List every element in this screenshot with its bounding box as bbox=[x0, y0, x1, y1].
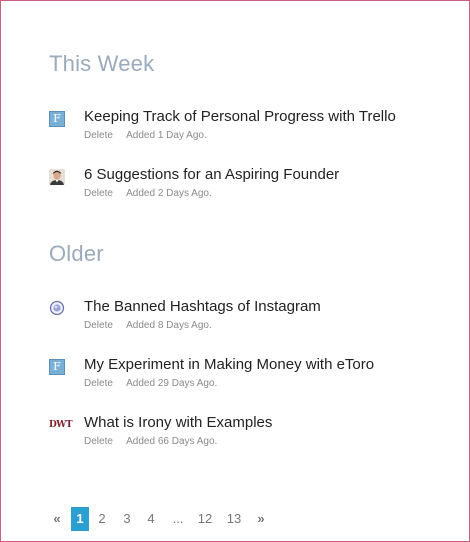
added-date: Added 1 Day Ago. bbox=[126, 130, 207, 141]
list-item: The Banned Hashtags of Instagram Delete … bbox=[49, 298, 449, 338]
next-page-button[interactable]: » bbox=[255, 507, 267, 531]
pagination-ellipsis: ... bbox=[172, 511, 184, 526]
item-meta: Delete Added 8 Days Ago. bbox=[84, 320, 212, 331]
page-12-button[interactable]: 12 bbox=[196, 507, 214, 531]
item-title-link[interactable]: The Banned Hashtags of Instagram bbox=[84, 298, 321, 315]
globe-icon bbox=[49, 300, 65, 316]
item-title-link[interactable]: My Experiment in Making Money with eToro bbox=[84, 356, 374, 373]
item-meta: Delete Added 1 Day Ago. bbox=[84, 130, 207, 141]
page-4-button[interactable]: 4 bbox=[144, 507, 158, 531]
list-item: F Keeping Track of Personal Progress wit… bbox=[49, 108, 449, 148]
page-1-button[interactable]: 1 bbox=[71, 507, 89, 531]
person-avatar-icon bbox=[49, 169, 65, 185]
delete-link[interactable]: Delete bbox=[84, 436, 113, 447]
section-title-older: Older bbox=[49, 241, 104, 266]
delete-link[interactable]: Delete bbox=[84, 320, 113, 331]
letter-f-favicon-icon: F bbox=[49, 359, 65, 375]
previous-page-button[interactable]: « bbox=[51, 507, 63, 531]
added-date: Added 8 Days Ago. bbox=[126, 320, 212, 331]
item-meta: Delete Added 29 Days Ago. bbox=[84, 378, 217, 389]
delete-link[interactable]: Delete bbox=[84, 188, 113, 199]
list-item: F My Experiment in Making Money with eTo… bbox=[49, 356, 449, 396]
delete-link[interactable]: Delete bbox=[84, 378, 113, 389]
added-date: Added 2 Days Ago. bbox=[126, 188, 212, 199]
delete-link[interactable]: Delete bbox=[84, 130, 113, 141]
item-meta: Delete Added 2 Days Ago. bbox=[84, 188, 212, 199]
list-item: 6 Suggestions for an Aspiring Founder De… bbox=[49, 166, 449, 206]
item-title-link[interactable]: What is Irony with Examples bbox=[84, 414, 272, 431]
added-date: Added 29 Days Ago. bbox=[126, 378, 218, 389]
section-title-this-week: This Week bbox=[49, 51, 155, 76]
dwt-logo-icon: DWT bbox=[49, 420, 73, 430]
letter-f-favicon-icon: F bbox=[49, 111, 65, 127]
item-title-link[interactable]: 6 Suggestions for an Aspiring Founder bbox=[84, 166, 339, 183]
added-date: Added 66 Days Ago. bbox=[126, 436, 218, 447]
page-13-button[interactable]: 13 bbox=[225, 507, 243, 531]
list-item: DWT What is Irony with Examples Delete A… bbox=[49, 414, 449, 454]
reading-list-panel: This Week F Keeping Track of Personal Pr… bbox=[0, 0, 470, 542]
page-3-button[interactable]: 3 bbox=[120, 507, 134, 531]
page-2-button[interactable]: 2 bbox=[95, 507, 109, 531]
item-meta: Delete Added 66 Days Ago. bbox=[84, 436, 217, 447]
item-title-link[interactable]: Keeping Track of Personal Progress with … bbox=[84, 108, 396, 125]
